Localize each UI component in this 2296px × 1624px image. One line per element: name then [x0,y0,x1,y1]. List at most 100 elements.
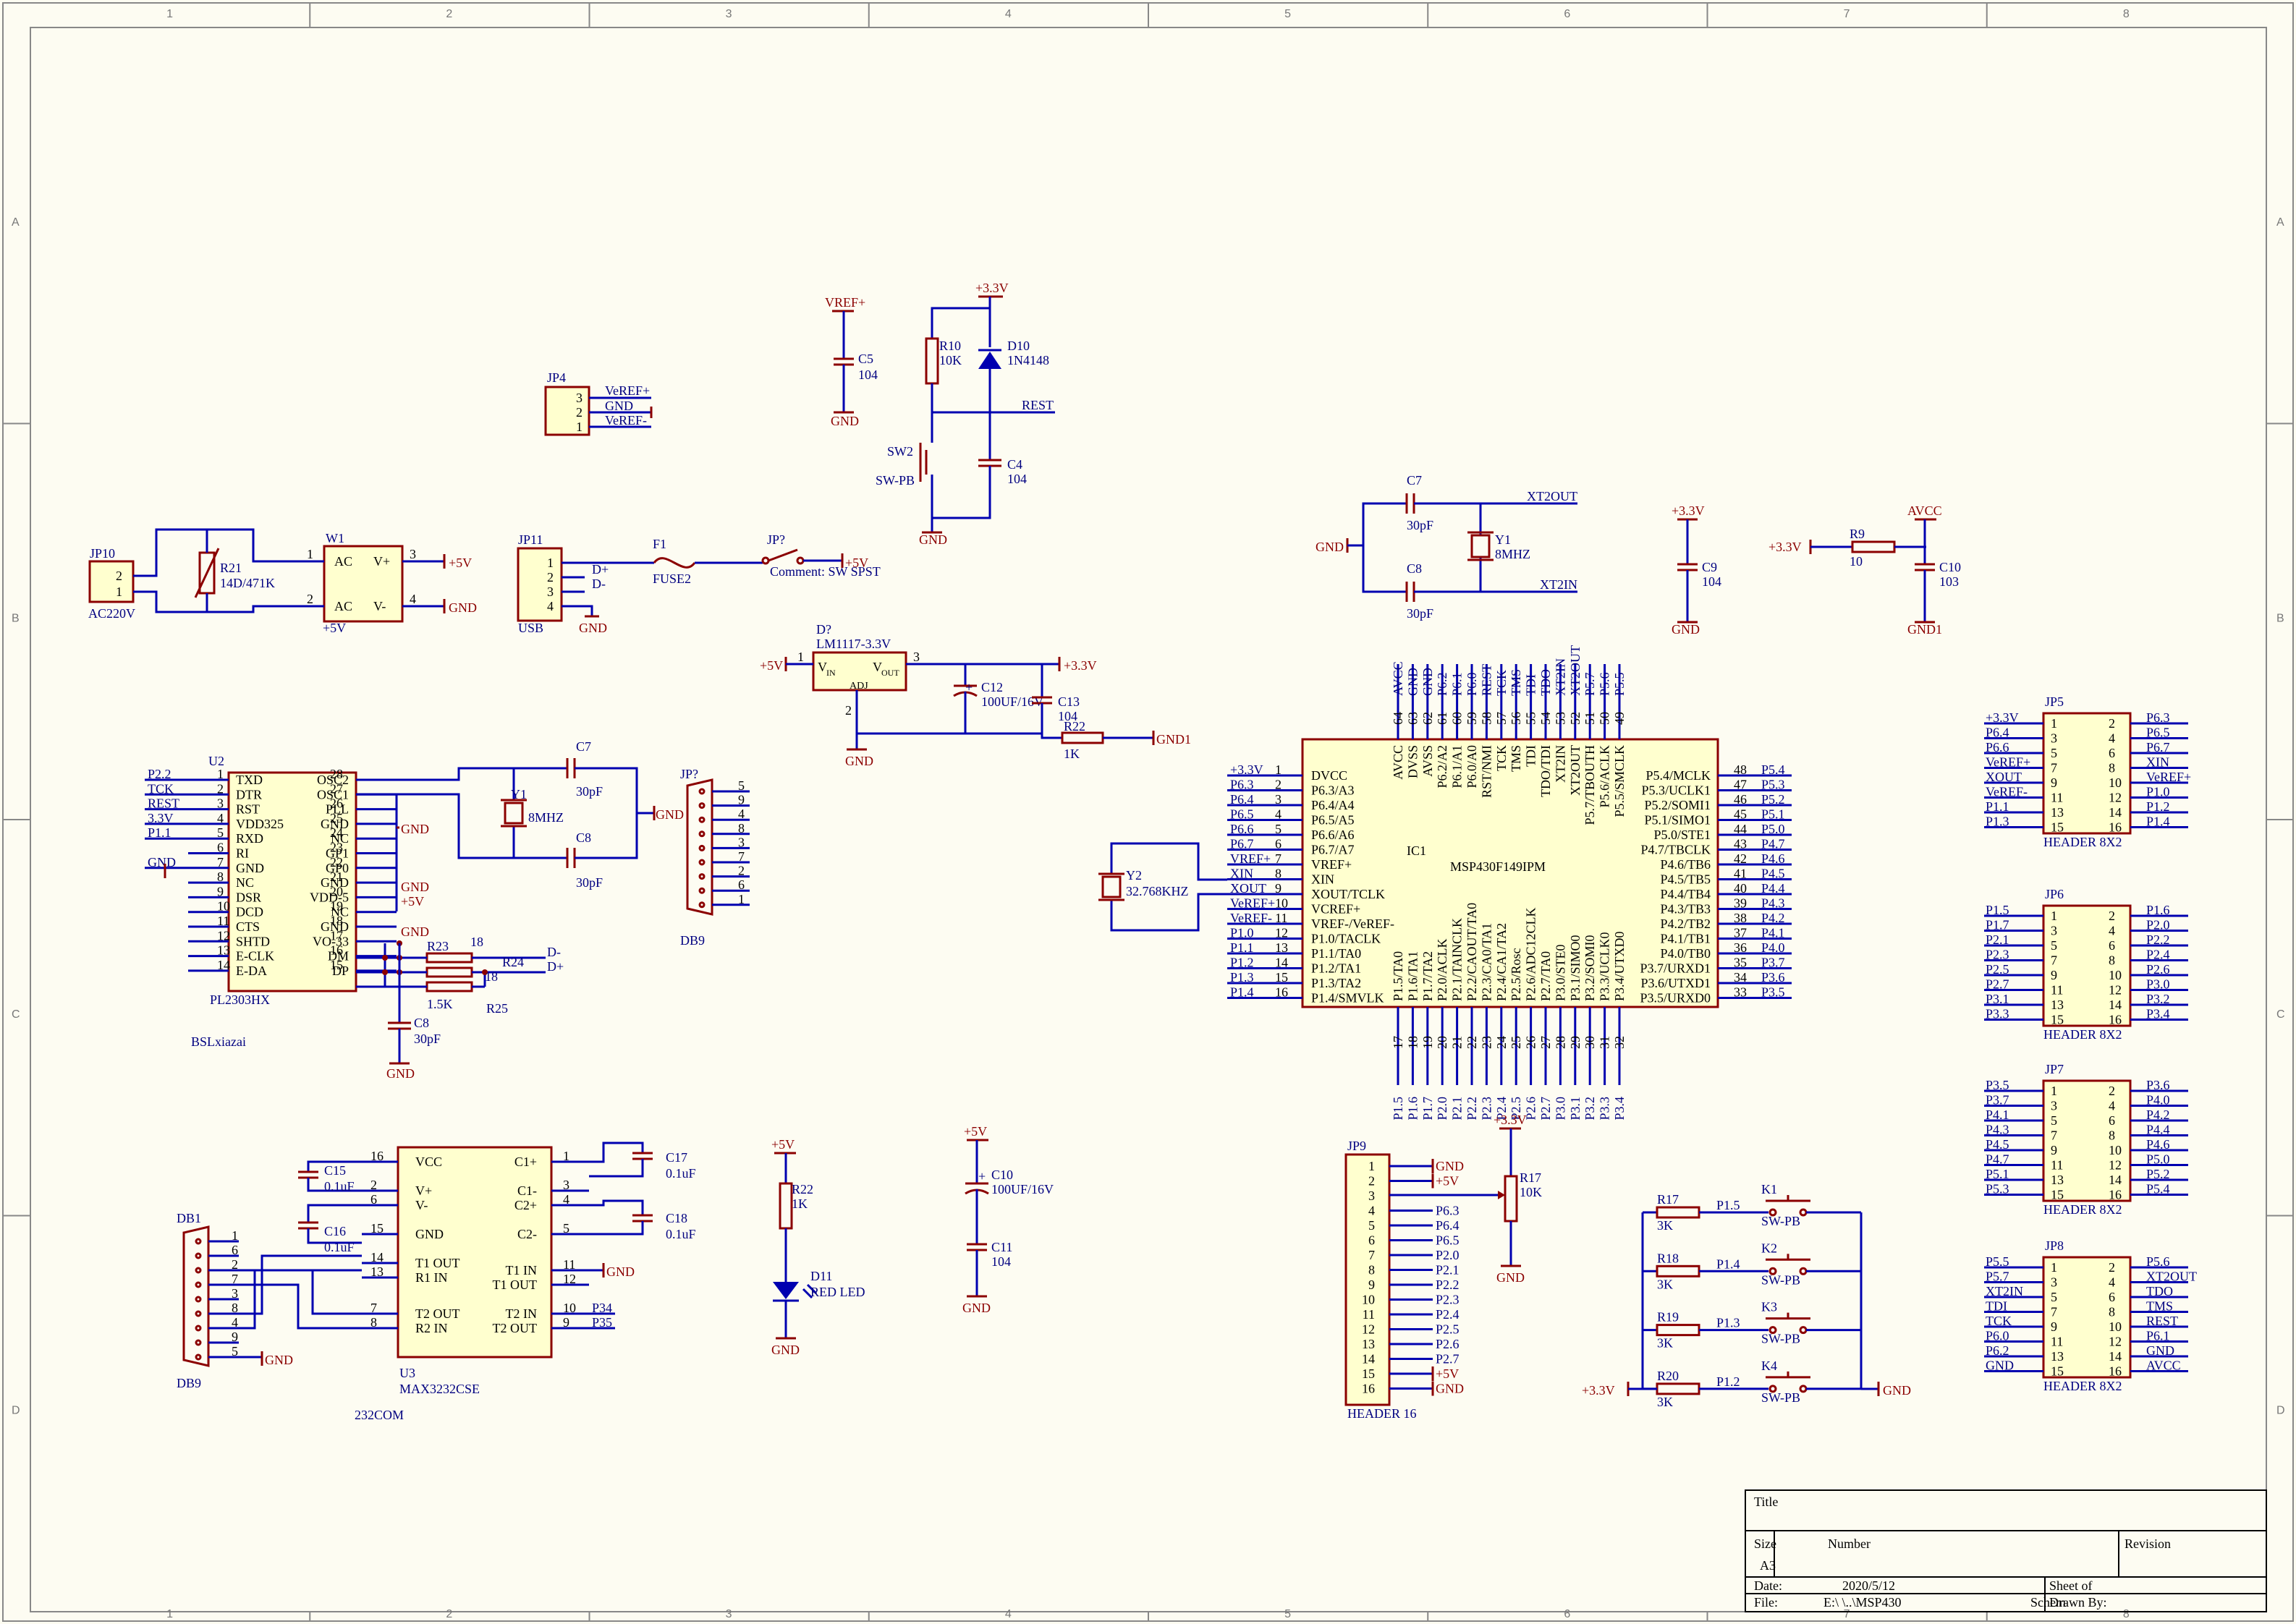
mcu-pin-name: P2.5/Rosc [1509,948,1523,1001]
mcu-pin-name: P5.1/SIMO1 [1644,813,1711,828]
mcu-pin-name: P3.1/SIMO0 [1568,935,1583,1001]
key-resistor-ref: R18 [1657,1251,1679,1265]
header-pin-number: 4 [2109,1099,2115,1113]
mcu-pin-number: 13 [1275,940,1288,955]
header-right-net: P5.4 [2146,1182,2170,1196]
mcu-pin-name: P3.3/UCLK0 [1598,932,1612,1001]
header-right-net: P5.0 [2146,1152,2170,1167]
header-pin-number: 14 [2109,998,2122,1012]
mcu-pin-number: 7 [1275,851,1282,866]
mcu-pin-net: P3.5 [1761,985,1785,1000]
mcu-pin-number: 31 [1598,1036,1612,1049]
mcu-pin-net: P1.5 [1391,1097,1405,1121]
header-right-net: P1.0 [2146,785,2170,799]
jp9-pin-net: P2.4 [1436,1307,1460,1322]
mcu-pin-number: 55 [1524,712,1538,725]
mcu-pin-number: 1 [1275,762,1282,777]
mcu-pin-number: 46 [1734,792,1747,807]
svg-text:32.768KHZ: 32.768KHZ [1126,884,1189,898]
svg-text:REST: REST [1022,398,1054,412]
u3-pin-name: T2 IN [506,1306,538,1321]
mcu-pin-number: 22 [1465,1036,1479,1049]
mcu-pin-number: 63 [1405,712,1420,725]
key-resistor-value: 3K [1657,1395,1673,1409]
title-block: Title Size A3 Number Revision Date: 2020… [1745,1489,2267,1612]
mcu-pin-net: P4.5 [1761,867,1785,881]
header-right-net: P2.6 [2146,962,2170,977]
file-label: File: [1754,1595,1778,1610]
header-left-net: VeREF+ [1986,755,2030,770]
mcu-pin-net: P3.6 [1761,970,1785,985]
header-pin-number: 13 [2051,998,2064,1012]
u3-pin-number: 14 [370,1250,384,1264]
jp9-pin-number: 8 [1368,1263,1375,1277]
mcu-pin-net: P3.4 [1612,1097,1627,1121]
header-pin-number: 8 [2109,761,2115,775]
svg-text:GND: GND [449,600,477,615]
mcu-pin-name: XIN [1311,872,1334,887]
jp9-pin-number: 2 [1368,1174,1375,1189]
mcu-pin-name: P6.4/A4 [1311,798,1355,812]
mcu-pin-number: 17 [1391,1036,1405,1049]
svg-text:+: + [978,1169,986,1183]
u3-pin-number: 8 [370,1315,377,1330]
mcu-pin-name: P5.3/UCLK1 [1641,783,1711,798]
mcu-pin-name: P6.1/A1 [1450,745,1465,788]
jp9-pin-net: GND [1436,1159,1464,1173]
jp9-pin-number: 3 [1368,1189,1375,1203]
header-right-net: P3.0 [2146,977,2170,992]
mcu-pin-name: P2.0/ACLK [1435,938,1449,1001]
svg-text:C10: C10 [991,1168,1013,1182]
header-left-net: P5.7 [1986,1270,2009,1284]
mcu-pin-name: P4.5/TB5 [1660,872,1711,887]
header-pin-number: 10 [2109,1319,2122,1334]
header-pin-number: 1 [2051,716,2057,731]
svg-text:BSLxiazai: BSLxiazai [191,1034,246,1049]
mcu-pin-name: P6.6/A6 [1311,828,1355,842]
svg-text:GND: GND [1672,622,1700,637]
svg-text:R25: R25 [486,1001,508,1016]
date-value: 2020/5/12 [1842,1578,1895,1593]
header-right-net: TDO [2146,1284,2173,1298]
svg-text:18: 18 [485,969,498,984]
mcu-pin-net: P6.2 [1435,672,1449,696]
mcu-pin-name: DVSS [1405,745,1420,778]
header-pin-number: 14 [2109,805,2122,820]
jp9-pin-number: 1 [1368,1159,1375,1173]
mcu-pin-name: P6.3/A3 [1311,783,1355,798]
mcu-pin-name: P6.0/A0 [1465,745,1479,788]
header-pin-number: 6 [2109,938,2115,953]
mcu-pin-name: P1.2/TA1 [1311,961,1361,976]
db9-pin-number: 5 [738,778,745,793]
svg-text:1N4148: 1N4148 [1007,353,1049,367]
zone-col-top: 8 [2123,8,2130,20]
mcu-pin-net: P2.0 [1435,1097,1449,1121]
mcu-pin-name: P5.2/SOMI1 [1644,798,1711,812]
svg-text:4: 4 [410,592,416,606]
header-pin-number: 10 [2109,1143,2122,1157]
header-left-net: P4.7 [1986,1152,2009,1167]
jp10-ref: JP10 [90,546,115,561]
svg-text:F1: F1 [653,537,666,551]
header-pin-number: 14 [2109,1349,2122,1364]
u3-pin-number: 12 [563,1272,576,1286]
mcu-pin-number: 9 [1275,881,1282,896]
svg-text:0.1uF: 0.1uF [324,1240,355,1254]
svg-text:D-: D- [592,577,606,591]
mcu-pin-name: P1.6/TA1 [1405,951,1420,1001]
mcu-pin-net: P6.1 [1450,672,1465,696]
mcu-pin-number: 51 [1583,712,1597,725]
mcu-pin-number: 43 [1734,837,1747,851]
header-left-net: P3.1 [1986,992,2009,1006]
header-pin-number: 9 [2051,1319,2057,1334]
u3-pin-number: 7 [370,1301,377,1315]
mcu-pin-name: P6.7/A7 [1311,843,1355,857]
mcu-pin-number: 33 [1734,985,1747,1000]
header-left-net: +3.3V [1986,710,2019,725]
key-resistor-ref: R19 [1657,1310,1679,1325]
jp9-pin-number: 12 [1362,1322,1375,1337]
mcu-pin-net: REST [1479,664,1494,696]
header-pin-number: 3 [2051,1099,2057,1113]
u3-pin-number: 1 [563,1149,569,1163]
mcu-pin-net: P4.0 [1761,940,1785,955]
